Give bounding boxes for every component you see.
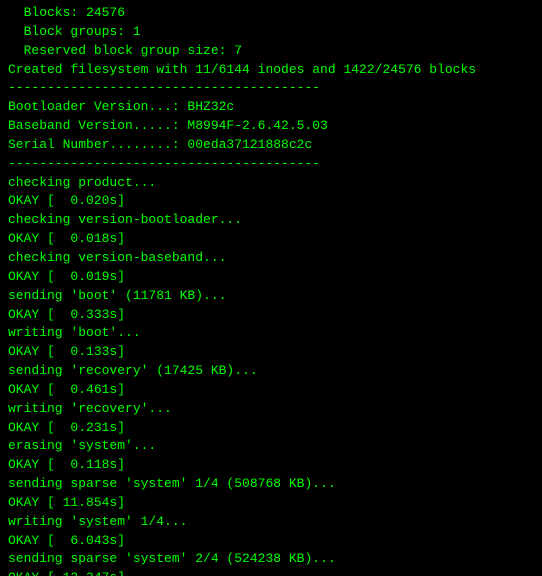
terminal-line: writing 'recovery'... <box>8 400 534 419</box>
terminal-line: OKAY [ 11.854s] <box>8 494 534 513</box>
terminal-line: OKAY [ 0.018s] <box>8 230 534 249</box>
terminal-line: checking version-baseband... <box>8 249 534 268</box>
terminal-line: OKAY [ 0.118s] <box>8 456 534 475</box>
terminal-line: Blocks: 24576 <box>8 4 534 23</box>
terminal-line: Reserved block group size: 7 <box>8 42 534 61</box>
terminal-line: sending sparse 'system' 2/4 (524238 KB).… <box>8 550 534 569</box>
terminal-line: OKAY [ 0.133s] <box>8 343 534 362</box>
terminal-line: erasing 'system'... <box>8 437 534 456</box>
terminal-line: checking version-bootloader... <box>8 211 534 230</box>
terminal-line: Serial Number........: 00eda37121888c2c <box>8 136 534 155</box>
terminal-line: sending 'boot' (11781 KB)... <box>8 287 534 306</box>
terminal-line: OKAY [ 0.333s] <box>8 306 534 325</box>
terminal-line: Block groups: 1 <box>8 23 534 42</box>
terminal-line: sending sparse 'system' 1/4 (508768 KB).… <box>8 475 534 494</box>
terminal-line: OKAY [ 0.461s] <box>8 381 534 400</box>
terminal-line: Bootloader Version...: BHZ32c <box>8 98 534 117</box>
terminal-line: OKAY [ 0.020s] <box>8 192 534 211</box>
terminal-line: OKAY [ 6.043s] <box>8 532 534 551</box>
terminal-line: OKAY [ 0.019s] <box>8 268 534 287</box>
terminal-line: sending 'recovery' (17425 KB)... <box>8 362 534 381</box>
terminal-line: OKAY [ 12.347s] <box>8 569 534 576</box>
terminal-line: OKAY [ 0.231s] <box>8 419 534 438</box>
terminal-line: Baseband Version.....: M8994F-2.6.42.5.0… <box>8 117 534 136</box>
terminal-line: checking product... <box>8 174 534 193</box>
terminal-line: writing 'boot'... <box>8 324 534 343</box>
terminal-line: writing 'system' 1/4... <box>8 513 534 532</box>
terminal-line: ---------------------------------------- <box>8 79 534 98</box>
terminal-line: ---------------------------------------- <box>8 155 534 174</box>
terminal-window: Blocks: 24576 Block groups: 1 Reserved b… <box>0 0 542 576</box>
terminal-line: Created filesystem with 11/6144 inodes a… <box>8 61 534 80</box>
